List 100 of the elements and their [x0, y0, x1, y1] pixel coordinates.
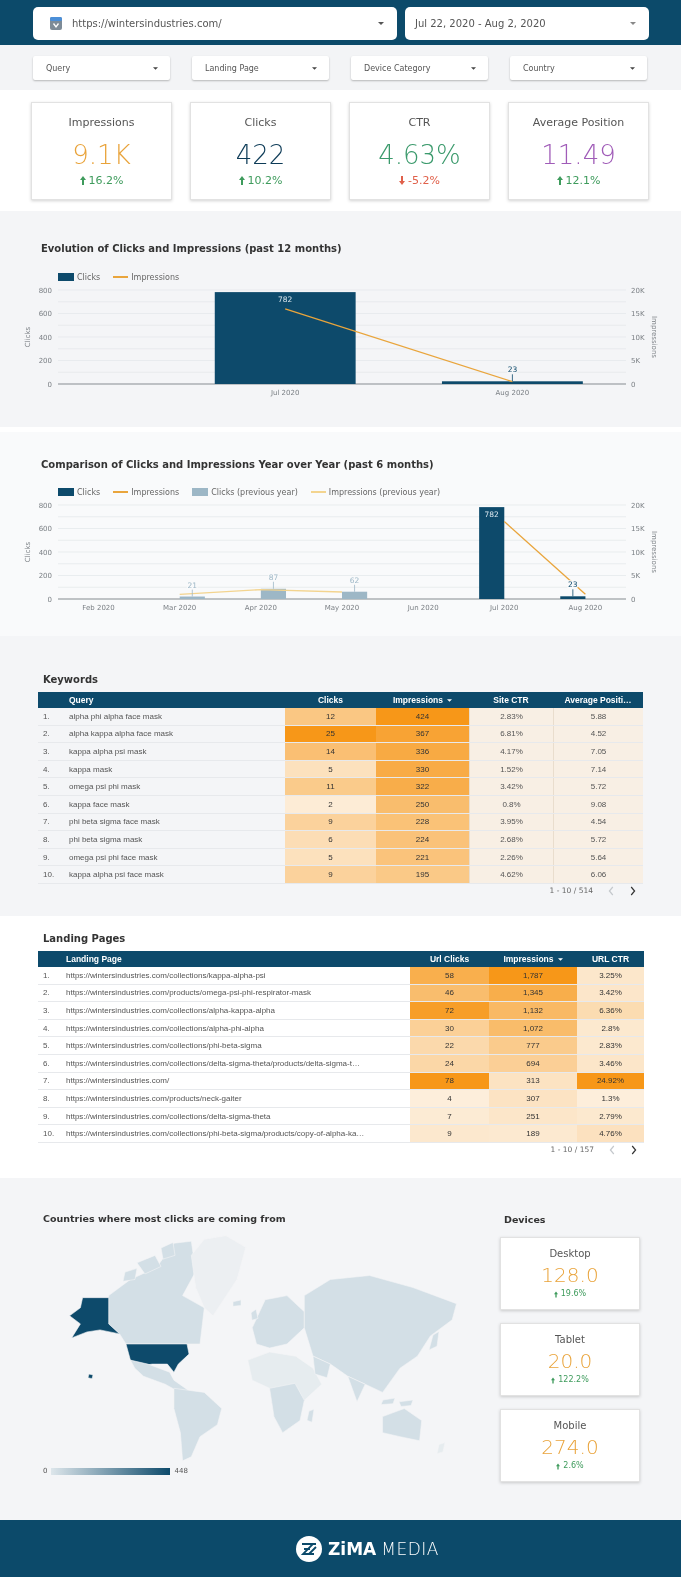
table-cell: 11	[285, 778, 376, 795]
table-cell: 777	[489, 1037, 577, 1054]
device-label: Tablet	[555, 1334, 585, 1346]
column-header[interactable]: Url Clicks	[410, 951, 489, 967]
chevron-left-icon	[608, 885, 614, 896]
row-number: 10.	[42, 869, 56, 882]
column-header[interactable]: URL CTR	[577, 951, 644, 967]
caret-icon	[312, 66, 317, 70]
metric-label: Impressions	[68, 116, 135, 129]
table-cell: 224	[376, 831, 469, 848]
table-cell-text: https://wintersindustries.com/products/omega-psi-phi-respirator-mask	[65, 987, 312, 1000]
table-cell: 3.42%	[469, 778, 553, 795]
device-label: Mobile	[553, 1420, 587, 1432]
table-cell-text: https://wintersindustries.com/collections/phi-beta-sigma/products/copy-of-alpha-ka…	[65, 1128, 366, 1141]
filter-dropdown[interactable]: Country	[510, 56, 647, 80]
legend-label: Clicks (previous year)	[211, 487, 298, 497]
caret-icon	[153, 66, 158, 70]
row-number: 1.	[42, 710, 51, 723]
device-value: 274.0	[541, 1435, 599, 1459]
row-number: 8.	[42, 1092, 51, 1105]
table-cell-text: https://wintersindustries.com/products/neck-gaiter	[65, 1092, 243, 1105]
table-cell: 12	[285, 708, 376, 725]
table-cell: 3.25%	[577, 967, 644, 984]
row-number: 1.	[42, 969, 51, 982]
row-number: 7.	[42, 816, 51, 829]
filter-dropdown[interactable]: Device Category	[351, 56, 488, 80]
table-cell-text: kappa alpha psi mask	[68, 746, 148, 758]
row-number: 7.	[42, 1075, 51, 1088]
device-value: 20.0	[547, 1349, 593, 1373]
leader-line	[273, 581, 274, 590]
site-select[interactable]: https://wintersindustries.com/	[33, 7, 397, 40]
chart-bar	[560, 596, 586, 599]
table-cell-text: kappa face mask	[68, 798, 131, 811]
table-cell: 2.83%	[469, 708, 553, 725]
leader-line	[354, 584, 355, 593]
table-cell: 1,787	[489, 967, 577, 984]
column-header[interactable]: Landing Page	[64, 951, 410, 967]
table-cell: 307	[489, 1090, 577, 1107]
table-cell-text: omega psi phi mask	[68, 781, 142, 794]
metric-label: Clicks	[244, 116, 277, 129]
leader-line	[572, 588, 574, 597]
metric-change: -5.2%	[408, 174, 440, 187]
filter-dropdown[interactable]: Query	[33, 56, 170, 80]
device-change: 19.6%	[560, 1289, 587, 1299]
row-number: 9.	[42, 851, 51, 864]
table-cell-text: https://wintersindustries.com/collections/alpha-phi-alpha	[65, 1022, 265, 1035]
table-cell: 58	[410, 967, 489, 984]
column-header[interactable]: Clicks	[285, 692, 376, 708]
chevron-right-icon	[630, 885, 636, 896]
device-value: 128.0	[541, 1263, 599, 1287]
devices-title: Devices	[504, 1214, 547, 1226]
caret-icon	[378, 22, 384, 25]
table-cell: 9	[410, 1125, 489, 1142]
filter-dropdown[interactable]: Landing Page	[192, 56, 329, 80]
column-header[interactable]: Site CTR	[469, 692, 553, 708]
table-cell: 2.68%	[469, 831, 553, 848]
chart-title: Comparison of Clicks and Impressions Year over Year (past 6 months)	[41, 459, 435, 471]
column-header[interactable]: Average Positi…	[553, 692, 643, 708]
table-cell: 336	[376, 743, 469, 760]
table-cell-text: https://wintersindustries.com/collections/alpha-kappa-alpha	[65, 1005, 276, 1017]
chart-bar	[179, 596, 205, 599]
table-cell: 1,132	[489, 1002, 577, 1019]
table-cell: 6.06	[553, 866, 643, 883]
table-cell: 72	[410, 1002, 489, 1019]
table-cell: 7.05	[553, 743, 643, 760]
table-cell-text: alpha phi alpha face mask	[68, 710, 163, 723]
column-header[interactable]: Impressions	[489, 951, 577, 967]
table-cell: 424	[376, 708, 469, 725]
metric-change: 10.2%	[247, 174, 283, 187]
leader-line	[191, 589, 193, 597]
table-cell: 4.76%	[577, 1125, 644, 1142]
table-cell: 1.3%	[577, 1090, 644, 1107]
chart-bar	[260, 588, 286, 599]
column-header[interactable]: Query	[64, 692, 285, 708]
metric-label: Average Position	[532, 116, 625, 129]
metric-label: CTR	[408, 116, 431, 129]
table-cell-text: phi beta sigma mask	[68, 833, 144, 846]
table-cell: 189	[489, 1125, 577, 1142]
table-cell: 5.72	[553, 778, 643, 795]
sort-caret-icon	[447, 698, 453, 702]
row-number: 4.	[42, 1022, 51, 1035]
date-range-select[interactable]: Jul 22, 2020 - Aug 2, 2020	[405, 7, 649, 40]
table-cell: 6	[285, 831, 376, 848]
table-cell-text: https://wintersindustries.com/	[65, 1075, 171, 1088]
device-change: 2.6%	[563, 1461, 584, 1471]
table-cell-text: https://wintersindustries.com/collections/delta-sigma-theta	[65, 1110, 272, 1123]
row-number: 10.	[42, 1128, 56, 1141]
metric-value: 422	[235, 140, 286, 170]
browser-icon	[50, 17, 62, 30]
chevron-right-icon	[631, 1144, 637, 1155]
table-cell: 6.36%	[577, 1002, 644, 1019]
row-number: 6.	[42, 1057, 51, 1070]
caret-icon	[630, 22, 636, 25]
table-title: Landing Pages	[43, 933, 127, 945]
table-cell: 322	[376, 778, 469, 795]
row-number: 6.	[42, 798, 51, 811]
legend-label: Clicks	[77, 272, 101, 282]
column-header[interactable]: Impressions	[376, 692, 469, 708]
row-number: 2.	[42, 728, 51, 741]
chevron-left-icon	[609, 1144, 615, 1155]
